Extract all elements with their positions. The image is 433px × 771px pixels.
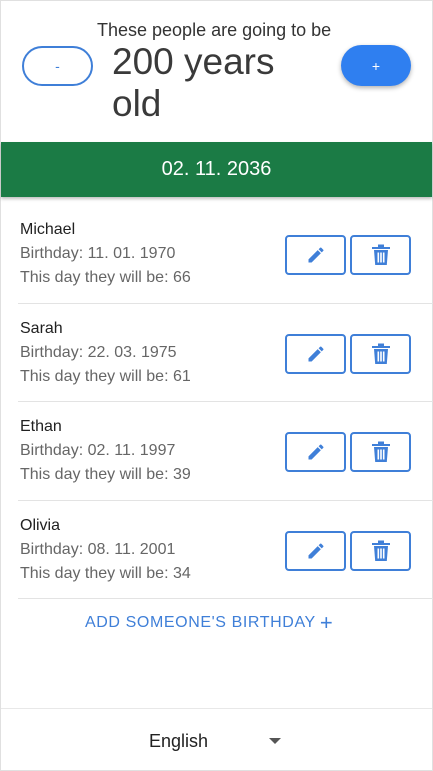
list-item: Michael Birthday: 11. 01. 1970 This day … <box>18 205 433 304</box>
trash-icon <box>371 540 390 561</box>
person-name: Michael <box>20 221 76 238</box>
person-name: Olivia <box>20 516 61 534</box>
list-item: Olivia Birthday: 08. 11. 2001 This day t… <box>18 501 433 599</box>
edit-button[interactable] <box>285 235 346 275</box>
add-birthday-label: ADD SOMEONE'S BIRTHDAY <box>85 614 316 631</box>
trash-icon <box>371 244 390 265</box>
person-birthday: Birthday: 08. 11. 2001 <box>20 540 176 558</box>
delete-button[interactable] <box>350 333 411 374</box>
pencil-icon <box>308 345 324 361</box>
pencil-icon <box>308 542 324 558</box>
delete-button[interactable] <box>350 235 411 275</box>
plus-icon: + <box>319 610 334 635</box>
trash-icon <box>371 441 390 462</box>
person-age: This day they will be: 39 <box>20 466 191 483</box>
person-name: Ethan <box>20 418 62 435</box>
footer: English <box>1 708 432 770</box>
person-age: This day they will be: 61 <box>20 367 191 385</box>
language-select[interactable]: English <box>141 727 291 755</box>
edit-button[interactable] <box>285 530 346 571</box>
subtitle: These people are going to be <box>97 20 332 40</box>
person-age: This day they will be: 66 <box>20 269 191 286</box>
delete-button[interactable] <box>350 530 411 571</box>
age-heading: 200 years old <box>112 41 275 124</box>
caret-down-icon <box>269 738 281 744</box>
list-item: Sarah Birthday: 22. 03. 1975 This day th… <box>18 304 433 402</box>
person-birthday: Birthday: 02. 11. 1997 <box>20 442 176 459</box>
person-birthday: Birthday: 11. 01. 1970 <box>20 245 176 262</box>
list-item: Ethan Birthday: 02. 11. 1997 This day th… <box>18 402 433 501</box>
person-age: This day they will be: 34 <box>20 564 191 582</box>
trash-icon <box>371 343 390 364</box>
target-date: 02. 11. 2036 <box>161 158 272 180</box>
language-label: English <box>149 730 209 751</box>
edit-button[interactable] <box>285 333 346 374</box>
header: - These people are going to be 200 years… <box>0 0 433 142</box>
person-name: Sarah <box>20 319 63 337</box>
decrease-age-button[interactable]: - <box>22 46 93 86</box>
increase-age-button[interactable]: + <box>341 45 411 86</box>
target-date-bar: 02. 11. 2036 <box>1 142 432 197</box>
people-list: Michael Birthday: 11. 01. 1970 This day … <box>18 205 433 599</box>
edit-button[interactable] <box>285 432 346 472</box>
delete-button[interactable] <box>350 432 411 472</box>
person-birthday: Birthday: 22. 03. 1975 <box>20 343 177 361</box>
pencil-icon <box>308 444 324 460</box>
add-birthday-link[interactable]: ADD SOMEONE'S BIRTHDAY + <box>85 610 334 635</box>
pencil-icon <box>308 247 324 263</box>
